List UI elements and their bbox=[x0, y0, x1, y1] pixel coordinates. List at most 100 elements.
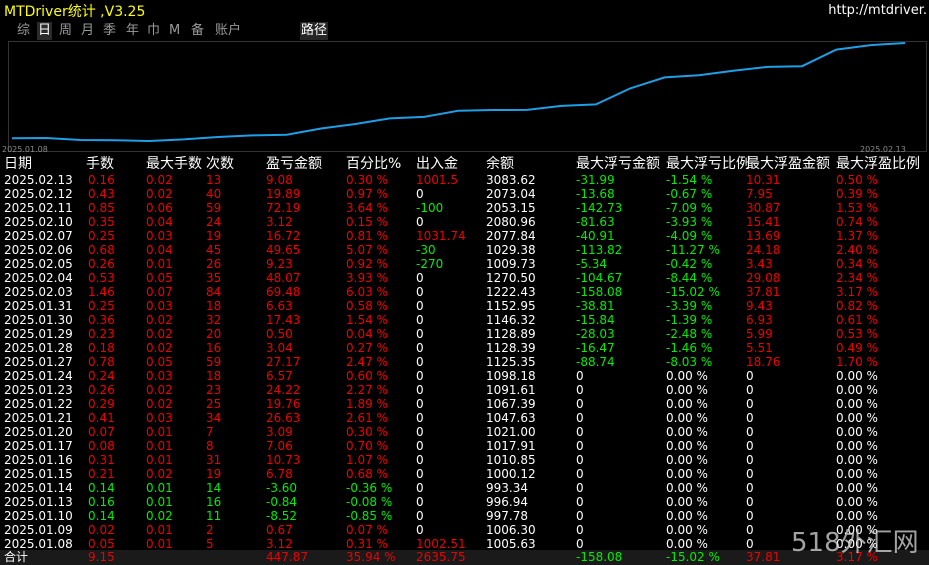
header-col-5[interactable]: 百分比% bbox=[346, 155, 401, 173]
cell-col-2: 0.05 bbox=[146, 271, 173, 285]
cell-col-5: 0.30 % bbox=[346, 425, 388, 439]
table-row: 2025.02.04 0.53 0.05 35 48.07 3.93 % 0 1270.50 -… bbox=[0, 271, 929, 285]
cell-col-0: 2025.01.13 bbox=[4, 495, 73, 509]
header-col-3[interactable]: 次数 bbox=[206, 155, 234, 173]
tab-7[interactable]: M bbox=[168, 22, 181, 40]
header-col-4[interactable]: 盈亏金额 bbox=[266, 155, 322, 173]
cell-col-6: 1031.74 bbox=[416, 229, 466, 243]
cell-col-3: 45 bbox=[206, 243, 222, 257]
cell-col-10: 0 bbox=[746, 411, 754, 425]
app-title: MTDriver统计 ,V3.25 bbox=[4, 4, 146, 20]
cell-col-2: 0.01 bbox=[146, 453, 173, 467]
cell-col-5: -0.36 % bbox=[346, 481, 393, 495]
table-row: 2025.01.22 0.29 0.02 25 19.76 1.89 % 0 1067.39 0… bbox=[0, 397, 929, 411]
table-row: 2025.01.30 0.36 0.02 32 17.43 1.54 % 0 1146.32 -… bbox=[0, 313, 929, 327]
cell-col-6: 0 bbox=[416, 369, 424, 383]
header-col-0[interactable]: 日期 bbox=[4, 155, 32, 173]
table-row: 2025.01.27 0.78 0.05 59 27.17 2.47 % 0 1125.35 -… bbox=[0, 355, 929, 369]
cell-col-5: 0.68 % bbox=[346, 467, 388, 481]
cell-col-5: 3.93 % bbox=[346, 271, 388, 285]
header-col-11[interactable]: 最大浮盈比例 bbox=[836, 155, 920, 173]
cell-col-7: 2053.15 bbox=[486, 201, 536, 215]
cell-col-4: 48.07 bbox=[266, 271, 301, 285]
header-col-10[interactable]: 最大浮盈金额 bbox=[746, 155, 830, 173]
cell-col-10: 29.08 bbox=[746, 271, 781, 285]
tab-3[interactable]: 月 bbox=[80, 22, 95, 40]
cell-col-1: 0.07 bbox=[88, 425, 115, 439]
cell-col-3: 84 bbox=[206, 285, 222, 299]
tab-path[interactable]: 路径 bbox=[300, 22, 329, 40]
cell-col-0: 2025.01.22 bbox=[4, 397, 73, 411]
cell-col-5: 0.15 % bbox=[346, 215, 388, 229]
cell-col-5: -0.08 % bbox=[346, 495, 393, 509]
cell-col-11: 0.00 % bbox=[836, 383, 878, 397]
cell-col-11: 0.00 % bbox=[836, 439, 878, 453]
cell-col-10: 5.51 bbox=[746, 341, 773, 355]
site-url-link[interactable]: http://mtdriver. bbox=[828, 3, 927, 18]
cell-col-9: -1.39 % bbox=[666, 313, 713, 327]
cell-col-8: -31.99 bbox=[576, 173, 615, 187]
cell-col-0: 2025.01.17 bbox=[4, 439, 73, 453]
header-col-9[interactable]: 最大浮亏比例 bbox=[666, 155, 750, 173]
cell-col-1: 0.26 bbox=[88, 257, 115, 271]
cell-col-7: 1000.12 bbox=[486, 467, 536, 481]
header-col-1[interactable]: 手数 bbox=[86, 155, 114, 173]
tab-1[interactable]: 日 bbox=[37, 22, 53, 40]
cell-col-3: 11 bbox=[206, 509, 222, 523]
cell-col-9: -8.44 % bbox=[666, 271, 713, 285]
cell-col-4: 6.57 bbox=[266, 369, 293, 383]
cell-col-3: 18 bbox=[206, 369, 222, 383]
cell-col-7: 1146.32 bbox=[486, 313, 536, 327]
cell-col-6: 0 bbox=[416, 187, 424, 201]
cell-col-5: 5.07 % bbox=[346, 243, 388, 257]
cell-col-1: 0.31 bbox=[88, 453, 115, 467]
cell-col-11: 1.53 % bbox=[836, 201, 878, 215]
table-row: 2025.01.21 0.41 0.03 34 26.63 2.61 % 0 1047.63 0… bbox=[0, 411, 929, 425]
cell-col-5: 0.81 % bbox=[346, 229, 388, 243]
tab-4[interactable]: 季 bbox=[102, 22, 117, 40]
cell-col-2: 0.02 bbox=[146, 467, 173, 481]
cell-col-9: -0.42 % bbox=[666, 257, 713, 271]
table-row: 2025.02.11 0.85 0.06 59 72.19 3.64 % -100 2053.… bbox=[0, 201, 929, 215]
cell-col-1: 0.53 bbox=[88, 271, 115, 285]
cell-col-3: 32 bbox=[206, 313, 222, 327]
table-row: 2025.02.13 0.16 0.02 13 9.08 0.30 % 1001.5 3083… bbox=[0, 173, 929, 187]
cell-col-6: 0 bbox=[416, 383, 424, 397]
cell-col-1: 0.16 bbox=[88, 495, 115, 509]
header-col-6[interactable]: 出入金 bbox=[416, 155, 458, 173]
tab-9[interactable]: 账户 bbox=[214, 22, 242, 40]
period-tabs: 综日周月季年巾 M 备账户 路径 bbox=[0, 22, 929, 40]
cell-col-5: 2.61 % bbox=[346, 411, 388, 425]
cell-col-9: -11.27 % bbox=[666, 243, 720, 257]
tab-2[interactable]: 周 bbox=[58, 22, 73, 40]
cell-col-8: -113.82 bbox=[576, 243, 623, 257]
cell-col-3: 59 bbox=[206, 201, 222, 215]
cell-col-10: 18.76 bbox=[746, 355, 781, 369]
header-col-8[interactable]: 最大浮亏金额 bbox=[576, 155, 660, 173]
cell-col-2: 0.01 bbox=[146, 439, 173, 453]
cell-col-10: 0 bbox=[746, 537, 754, 551]
cell-col-11: 1.70 % bbox=[836, 355, 878, 369]
tab-0[interactable]: 综 bbox=[16, 22, 31, 40]
cell-col-8: 0 bbox=[576, 397, 584, 411]
cell-col-5: -0.85 % bbox=[346, 509, 393, 523]
cell-col-6: 0 bbox=[416, 215, 424, 229]
tab-5[interactable]: 年 bbox=[125, 22, 140, 40]
cell-col-0: 2025.01.30 bbox=[4, 313, 73, 327]
cell-col-5: 0.07 % bbox=[346, 523, 388, 537]
header-col-7[interactable]: 余额 bbox=[486, 155, 514, 173]
tab-8[interactable]: 备 bbox=[190, 22, 205, 40]
cell-col-3: 13 bbox=[206, 173, 222, 187]
cell-col-5: 0.31 % bbox=[346, 537, 388, 551]
tab-6[interactable]: 巾 bbox=[146, 22, 161, 40]
cell-col-1: 0.85 bbox=[88, 201, 115, 215]
cell-col-2: 0.02 bbox=[146, 397, 173, 411]
cell-col-8: 0 bbox=[576, 467, 584, 481]
table-row: 2025.01.29 0.23 0.02 20 0.50 0.04 % 0 1128.89 -2… bbox=[0, 327, 929, 341]
header-col-2[interactable]: 最大手数 bbox=[146, 155, 202, 173]
cell-col-1: 1.46 bbox=[88, 285, 115, 299]
cell-col-8: -16.47 bbox=[576, 341, 615, 355]
cell-col-1: 0.43 bbox=[88, 187, 115, 201]
cell-col-7: 3083.62 bbox=[486, 173, 536, 187]
cell-col-5: 1.89 % bbox=[346, 397, 388, 411]
